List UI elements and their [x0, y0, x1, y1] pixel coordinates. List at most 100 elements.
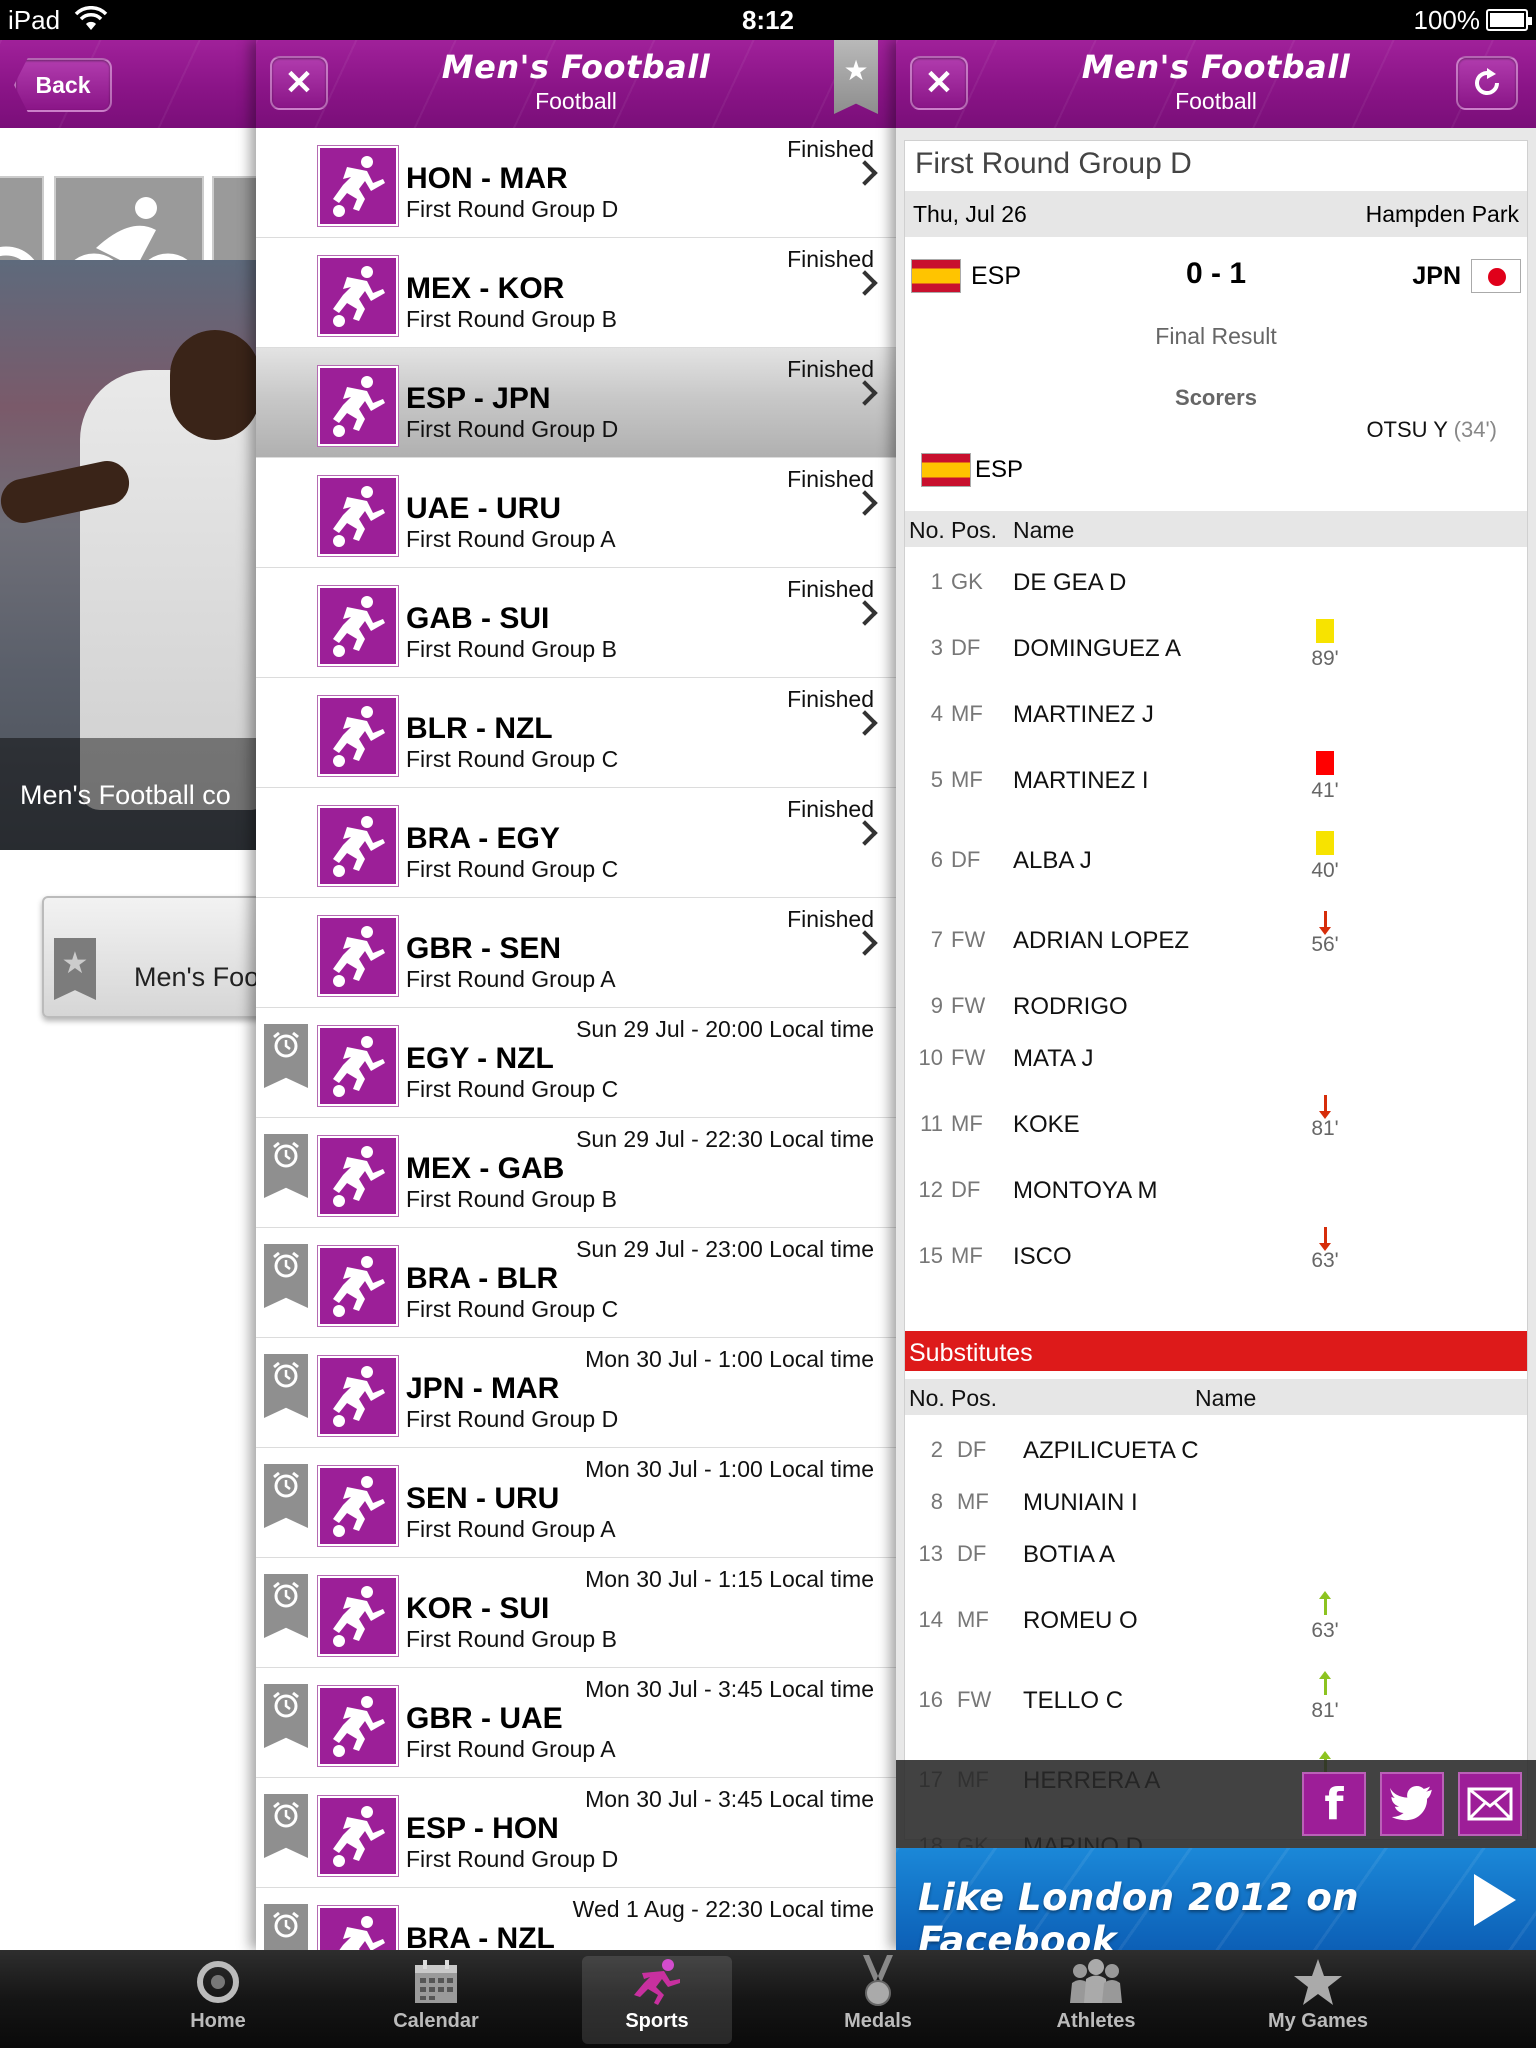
match-row[interactable]: HON - MAR First Round Group D Finished	[256, 128, 896, 238]
tab-bar: Home Calendar Sports Medals Athletes My …	[0, 1950, 1536, 2048]
match-event: 63'	[1305, 1591, 1345, 1643]
chevron-right-icon	[852, 600, 878, 626]
player-name: MATA J	[1013, 1045, 1094, 1072]
football-icon	[317, 915, 399, 997]
alarm-reminder-icon[interactable]	[264, 1684, 308, 1748]
player-position: FW	[951, 927, 986, 952]
match-status: Finished	[787, 246, 874, 272]
tab-my-games[interactable]: My Games	[1243, 1956, 1393, 2044]
match-teams: ESP - JPN	[406, 382, 551, 415]
match-row[interactable]: GAB - SUI First Round Group B Finished	[256, 568, 896, 678]
match-list-panel: ✕ Men's Football Football ★ HON - MAR Fir…	[256, 40, 896, 1950]
football-icon	[317, 1355, 399, 1437]
player-name: BOTIA A	[1023, 1541, 1116, 1568]
match-row[interactable]: EGY - NZL First Round Group C Sun 29 Jul -…	[256, 1008, 896, 1118]
match-event: 56'	[1305, 911, 1345, 957]
match-row[interactable]: ESP - JPN First Round Group D Finished	[256, 348, 896, 458]
match-row[interactable]: BRA - EGY First Round Group C Finished	[256, 788, 896, 898]
match-group: First Round Group D	[406, 196, 619, 222]
match-row[interactable]: BLR - NZL First Round Group C Finished	[256, 678, 896, 788]
star-tag-icon: ★	[54, 938, 96, 1000]
alarm-reminder-icon[interactable]	[264, 1904, 308, 1950]
match-teams: UAE - URU	[406, 492, 561, 525]
match-teams: SEN - URU	[406, 1482, 560, 1515]
facebook-share-button[interactable]: f	[1302, 1772, 1366, 1836]
match-row[interactable]: ESP - HON First Round Group D Mon 30 Jul -…	[256, 1778, 896, 1888]
match-teams: BLR - NZL	[406, 712, 553, 745]
tab-home[interactable]: Home	[143, 1956, 293, 2044]
refresh-button[interactable]	[1456, 56, 1518, 110]
match-row[interactable]: UAE - URU First Round Group A Finished	[256, 458, 896, 568]
alarm-reminder-icon[interactable]	[264, 1464, 308, 1528]
facebook-like-banner[interactable]: Like London 2012 on Facebook	[896, 1848, 1536, 1950]
alarm-reminder-icon[interactable]	[264, 1574, 308, 1638]
tab-medals[interactable]: Medals	[803, 1955, 953, 2044]
substituted-on-icon	[1318, 1671, 1331, 1695]
match-row[interactable]: BRA - NZL Wed 1 Aug - 22:30 Local time	[256, 1888, 896, 1950]
lineup-team-code: ESP	[975, 456, 1024, 483]
match-row[interactable]: MEX - KOR First Round Group B Finished	[256, 238, 896, 348]
email-share-button[interactable]	[1458, 1772, 1522, 1836]
chevron-right-icon	[852, 270, 878, 296]
match-row[interactable]: GBR - UAE First Round Group A Mon 30 Jul -…	[256, 1668, 896, 1778]
date-venue-bar: Thu, Jul 26 Hampden Park	[905, 191, 1527, 237]
tab-athletes[interactable]: Athletes	[1021, 1956, 1171, 2044]
runner-icon	[582, 1956, 732, 2008]
match-row[interactable]: GBR - SEN First Round Group A Finished	[256, 898, 896, 1008]
match-row[interactable]: BRA - BLR First Round Group C Sun 29 Jul -…	[256, 1228, 896, 1338]
player-position: MF	[951, 701, 983, 726]
player-number: 16	[918, 1687, 943, 1712]
alarm-reminder-icon[interactable]	[264, 1794, 308, 1858]
match-event: 41'	[1305, 751, 1345, 803]
match-teams: JPN - MAR	[406, 1372, 560, 1405]
back-button[interactable]: Back	[14, 58, 112, 112]
match-row[interactable]: KOR - SUI First Round Group B Mon 30 Jul -…	[256, 1558, 896, 1668]
player-number: 13	[918, 1541, 943, 1566]
favourite-sport-card[interactable]: ★ Men's Foo	[42, 896, 256, 1018]
match-status: Finished	[787, 466, 874, 492]
mail-icon	[1467, 1787, 1513, 1821]
favourite-star-button[interactable]: ★	[834, 40, 878, 114]
player-name: DOMINGUEZ A	[1013, 635, 1182, 662]
player-number: 14	[918, 1607, 943, 1632]
football-icon	[317, 1905, 399, 1950]
match-status: Mon 30 Jul - 1:00 Local time	[585, 1346, 874, 1372]
match-detail-header: ✕ Men's Football Football	[896, 40, 1536, 128]
match-group: First Round Group C	[406, 1296, 619, 1322]
event-minute: 63'	[1311, 1249, 1339, 1272]
match-status: Sun 29 Jul - 20:00 Local time	[576, 1016, 874, 1042]
alarm-reminder-icon[interactable]	[264, 1024, 308, 1088]
alarm-reminder-icon[interactable]	[264, 1354, 308, 1418]
match-row[interactable]: SEN - URU First Round Group A Mon 30 Jul -…	[256, 1448, 896, 1558]
football-icon	[317, 1025, 399, 1107]
football-icon	[317, 585, 399, 667]
match-detail-panel: ✕ Men's Football Football First Round Gr…	[896, 40, 1536, 1950]
player-number: 3	[930, 635, 943, 660]
player-position: GK	[951, 569, 983, 594]
match-group: First Round Group C	[406, 1076, 619, 1102]
tab-calendar[interactable]: Calendar	[361, 1956, 511, 2044]
match-group: First Round Group A	[406, 1736, 616, 1762]
match-status: Sun 29 Jul - 22:30 Local time	[576, 1126, 874, 1152]
twitter-share-button[interactable]	[1380, 1772, 1444, 1836]
player-name: TELLO C	[1023, 1687, 1124, 1714]
football-icon	[317, 1465, 399, 1547]
twitter-icon	[1390, 1786, 1432, 1821]
alarm-reminder-icon[interactable]	[264, 1134, 308, 1198]
football-icon	[317, 1245, 399, 1327]
event-minute: 89'	[1311, 647, 1339, 670]
match-teams: EGY - NZL	[406, 1042, 554, 1075]
alarm-reminder-icon[interactable]	[264, 1244, 308, 1308]
match-status: Wed 1 Aug - 22:30 Local time	[572, 1896, 874, 1922]
match-row[interactable]: JPN - MAR First Round Group D Mon 30 Jul -…	[256, 1338, 896, 1448]
player-position: FW	[951, 993, 986, 1018]
player-number: 5	[930, 767, 943, 792]
chevron-right-icon	[852, 930, 878, 956]
featured-news-photo[interactable]: Men's Football co	[0, 260, 256, 850]
match-row[interactable]: MEX - GAB First Round Group B Sun 29 Jul -…	[256, 1118, 896, 1228]
match-status: Finished	[787, 686, 874, 712]
football-icon	[317, 1795, 399, 1877]
match-group: First Round Group D	[406, 416, 619, 442]
match-group: First Round Group D	[406, 1846, 619, 1872]
tab-sports[interactable]: Sports	[582, 1956, 732, 2044]
